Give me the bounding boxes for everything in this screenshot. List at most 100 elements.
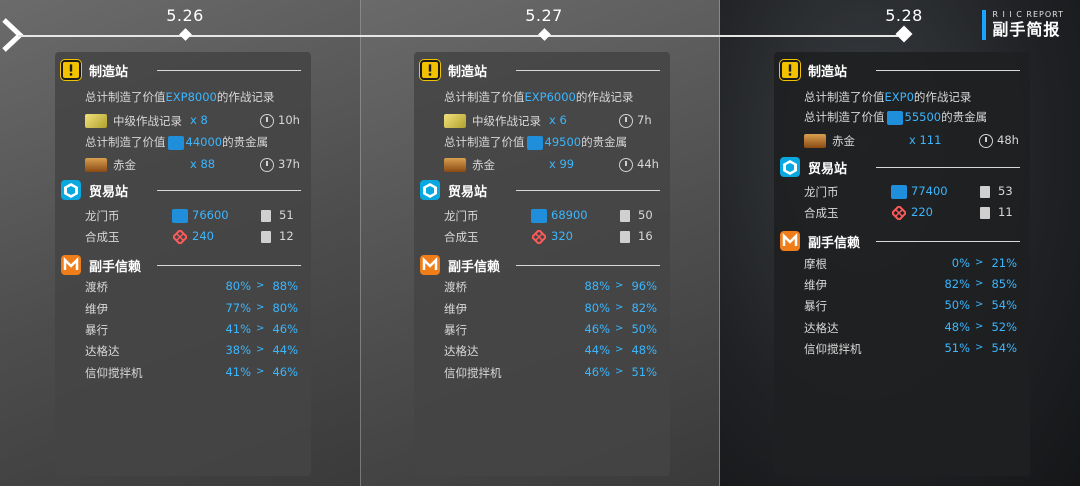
- factory-title: 制造站: [448, 65, 488, 80]
- gold-icon: [444, 158, 466, 172]
- orundum-icon: [173, 230, 187, 244]
- trade-title: 贸易站: [448, 185, 488, 200]
- trade-icon: [780, 157, 800, 177]
- column-divider: [360, 0, 361, 486]
- factory-title: 制造站: [89, 65, 129, 80]
- riic-report-title: R I I C REPORT 副手简报: [982, 10, 1064, 40]
- orundum-value: 240: [192, 229, 214, 243]
- trust-title: 副手信赖: [448, 260, 501, 275]
- trust-icon: [780, 231, 800, 251]
- section-rule: [157, 70, 301, 71]
- section-rule: [876, 241, 1020, 242]
- trade-header: 贸易站: [61, 180, 301, 202]
- clock-icon: [979, 134, 993, 148]
- trust-header: 副手信赖: [61, 255, 301, 277]
- lmd-orders: 53: [998, 184, 1013, 198]
- orundum-orders: 11: [998, 205, 1013, 219]
- lmd-value: 68900: [551, 208, 588, 222]
- lmd-orders: 50: [638, 208, 653, 222]
- record-summary: 总计制造了价值EXP0的作战记录: [804, 90, 972, 104]
- gold-item-qty: x 99: [549, 157, 575, 171]
- lmd-icon: [891, 185, 907, 199]
- lmd-label: 龙门币: [444, 209, 479, 223]
- trade-title: 贸易站: [89, 185, 129, 200]
- trust-icon: [420, 255, 440, 275]
- record-item-name: 中级作战记录: [472, 114, 541, 128]
- trade-header: 贸易站: [780, 157, 1020, 179]
- date-label: 5.27: [525, 6, 563, 25]
- gold-summary: 总计制造了价值 55500的贵金属: [804, 110, 988, 125]
- lmd-label: 龙门币: [804, 185, 839, 199]
- trade-icon: [61, 180, 81, 200]
- lmd-icon: [531, 209, 547, 223]
- timeline-line: [18, 35, 905, 37]
- lmd-icon: [886, 110, 903, 125]
- factory-icon: [420, 60, 440, 80]
- order-icon: [980, 186, 990, 198]
- record-item-name: 中级作战记录: [113, 114, 182, 128]
- factory-header: 制造站: [780, 60, 1020, 82]
- gold-item-qty: x 111: [909, 133, 942, 147]
- gold-summary: 总计制造了价值 44000的贵金属: [85, 135, 269, 150]
- record-item-qty: x 6: [549, 113, 567, 127]
- gold-summary: 总计制造了价值 49500的贵金属: [444, 135, 628, 150]
- trade-title: 贸易站: [808, 162, 848, 177]
- lmd-icon: [172, 209, 188, 223]
- gold-item-name: 赤金: [113, 158, 136, 172]
- section-rule: [876, 167, 1020, 168]
- record-item-qty: x 8: [190, 113, 208, 127]
- order-icon: [980, 207, 990, 219]
- lmd-label: 龙门币: [85, 209, 120, 223]
- trust-icon: [61, 255, 81, 275]
- report-title-zh: 副手简报: [992, 20, 1061, 39]
- orundum-label: 合成玉: [444, 230, 479, 244]
- order-icon: [261, 210, 271, 222]
- factory-icon: [61, 60, 81, 80]
- factory-title: 制造站: [808, 65, 848, 80]
- trust-title: 副手信赖: [89, 260, 142, 275]
- lmd-icon: [167, 135, 184, 150]
- section-rule: [516, 265, 660, 266]
- clock-icon: [619, 114, 633, 128]
- clock-icon: [260, 114, 274, 128]
- record-time: 7h: [637, 113, 652, 127]
- clock-icon: [260, 158, 274, 172]
- section-rule: [876, 70, 1020, 71]
- report-title-en: R I I C REPORT: [992, 10, 1064, 19]
- gold-time: 44h: [637, 157, 659, 171]
- trust-header: 副手信赖: [780, 231, 1020, 253]
- trade-icon: [420, 180, 440, 200]
- factory-icon: [780, 60, 800, 80]
- record-summary: 总计制造了价值EXP6000的作战记录: [444, 90, 634, 104]
- clock-icon: [619, 158, 633, 172]
- orundum-icon: [892, 206, 906, 220]
- factory-header: 制造站: [61, 60, 301, 82]
- day-panel: 制造站 总计制造了价值EXP0的作战记录 总计制造了价值 55500的贵金属 赤金…: [774, 52, 1030, 476]
- gold-item-name: 赤金: [472, 158, 495, 172]
- date-label: 5.28: [885, 6, 923, 25]
- battle-record-icon: [85, 114, 107, 128]
- gold-time: 37h: [278, 157, 300, 171]
- lmd-value: 77400: [911, 184, 948, 198]
- record-time: 10h: [278, 113, 300, 127]
- column-divider: [719, 0, 720, 486]
- orundum-label: 合成玉: [85, 230, 120, 244]
- orundum-orders: 12: [279, 229, 294, 243]
- lmd-icon: [526, 135, 543, 150]
- gold-time: 48h: [997, 133, 1019, 147]
- gold-icon: [85, 158, 107, 172]
- section-rule: [516, 70, 660, 71]
- order-icon: [261, 231, 271, 243]
- section-rule: [157, 265, 301, 266]
- gold-icon: [804, 134, 826, 148]
- day-panel: 制造站 总计制造了价值EXP6000的作战记录 中级作战记录 x 6 7h 总计…: [414, 52, 670, 476]
- trust-header: 副手信赖: [420, 255, 660, 277]
- gold-item-qty: x 88: [190, 157, 216, 171]
- section-rule: [157, 190, 301, 191]
- orundum-value: 320: [551, 229, 573, 243]
- orundum-orders: 16: [638, 229, 653, 243]
- order-icon: [620, 231, 630, 243]
- day-panel: 制造站 总计制造了价值EXP8000的作战记录 中级作战记录 x 8 10h 总…: [55, 52, 311, 476]
- trust-title: 副手信赖: [808, 236, 861, 251]
- trade-header: 贸易站: [420, 180, 660, 202]
